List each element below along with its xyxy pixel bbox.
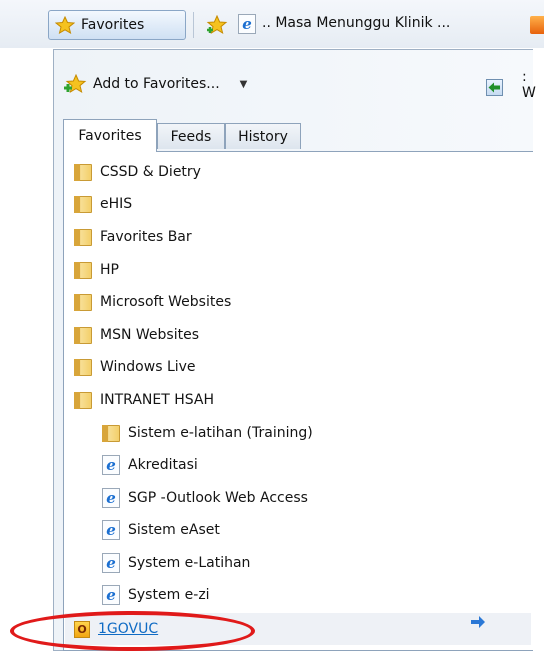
add-to-favorites-button[interactable]: Add to Favorites... ▼ [63, 74, 247, 94]
folder-icon [74, 358, 92, 376]
ie-page-icon[interactable]: e [238, 14, 256, 34]
command-bar: Favorites e .. Masa Menunggu Klinik ... [0, 0, 544, 48]
list-item-label: HP [100, 262, 119, 278]
list-item-label: Sistem eAset [128, 522, 220, 538]
list-item-label: Akreditasi [128, 457, 198, 473]
ie-page-icon: e [102, 585, 120, 605]
list-item[interactable]: e System e-zi [102, 581, 210, 609]
list-item-label: Windows Live [100, 359, 196, 375]
folder-icon [74, 261, 92, 279]
ie-page-icon: e [102, 455, 120, 475]
list-item-label: Sistem e-latihan (Training) [128, 425, 313, 441]
list-item-label: System e-zi [128, 587, 210, 603]
list-item[interactable]: HP [74, 256, 119, 284]
favorites-button-label: Favorites [81, 17, 145, 33]
list-item-label: INTRANET HSAH [100, 392, 214, 408]
tab-favorites[interactable]: Favorites [63, 119, 157, 152]
outlook-icon: O [74, 620, 90, 638]
ie-page-icon: e [102, 520, 120, 540]
rss-icon[interactable] [530, 16, 544, 34]
list-item[interactable]: INTRANET HSAH [74, 386, 214, 414]
list-item-label: MSN Websites [100, 327, 199, 343]
favorites-button[interactable]: Favorites [48, 10, 186, 40]
list-item[interactable]: eHIS [74, 190, 132, 218]
arrow-right-icon[interactable] [470, 615, 486, 629]
list-item-label: System e-Latihan [128, 555, 251, 571]
folder-icon [74, 293, 92, 311]
ie-page-icon: e [102, 488, 120, 508]
list-item-label: CSSD & Dietry [100, 164, 201, 180]
list-item-label: Microsoft Websites [100, 294, 232, 310]
folder-icon [74, 326, 92, 344]
favorites-list: CSSD & Dietry eHIS Favorites Bar HP Micr… [63, 151, 533, 651]
chevron-down-icon[interactable]: ▼ [240, 79, 248, 90]
ie-page-icon: e [102, 553, 120, 573]
pin-favorites-center-button[interactable] [486, 79, 503, 96]
add-to-favorites-bar-icon[interactable] [205, 15, 229, 35]
folder-icon [102, 424, 120, 442]
list-item[interactable]: Favorites Bar [74, 223, 192, 251]
tab-history[interactable]: History [225, 123, 301, 149]
folder-icon [74, 228, 92, 246]
list-item-label: eHIS [100, 196, 133, 212]
list-item[interactable]: e Sistem eAset [102, 516, 220, 544]
favorites-star-icon [55, 16, 75, 34]
list-item[interactable]: CSSD & Dietry [74, 158, 201, 186]
add-to-favorites-icon [64, 74, 87, 94]
add-to-favorites-label: Add to Favorites... [93, 76, 220, 92]
list-item[interactable]: e SGP -Outlook Web Access [102, 484, 308, 512]
page-content-text: : W [522, 69, 536, 101]
folder-icon [74, 163, 92, 181]
list-item[interactable]: MSN Websites [74, 321, 199, 349]
page-content-area [533, 49, 544, 651]
list-item-label: Favorites Bar [100, 229, 192, 245]
folder-icon [74, 391, 92, 409]
list-item[interactable]: Sistem e-latihan (Training) [102, 419, 313, 447]
toolbar-separator [193, 12, 194, 38]
list-item-label: SGP -Outlook Web Access [128, 490, 308, 506]
folder-icon [74, 195, 92, 213]
list-item[interactable]: Microsoft Websites [74, 288, 231, 316]
tab-feeds[interactable]: Feeds [157, 123, 225, 149]
list-item[interactable]: e Akreditasi [102, 451, 198, 479]
pin-arrow-icon [488, 82, 500, 93]
favorites-bar-link[interactable]: .. Masa Menunggu Klinik ... [262, 15, 450, 31]
list-item[interactable]: e System e-Latihan [102, 549, 250, 577]
list-item[interactable]: O 1GOVUC [74, 615, 158, 643]
list-item-link[interactable]: 1GOVUC [98, 621, 158, 637]
list-item[interactable]: Windows Live [74, 353, 196, 381]
